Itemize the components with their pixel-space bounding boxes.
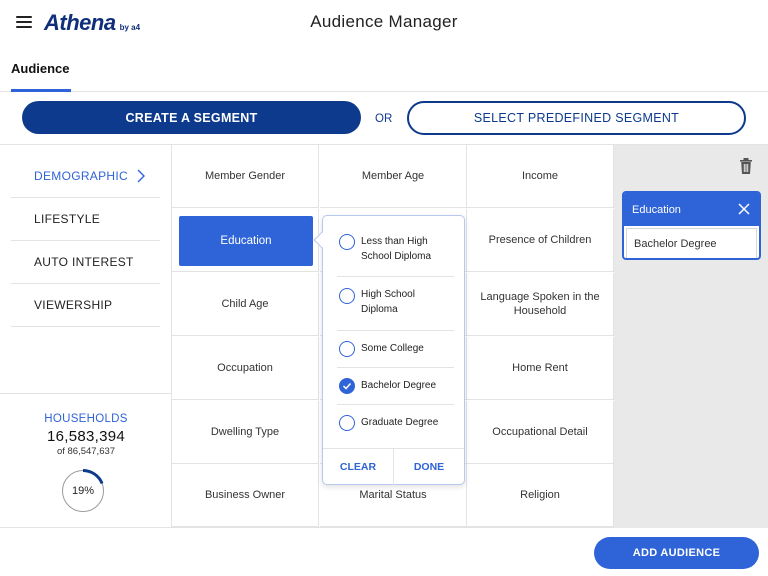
page-title: Audience Manager — [310, 12, 458, 31]
sidebar-item-lifestyle[interactable]: LIFESTYLE — [11, 198, 160, 241]
attribute-cell[interactable]: Income — [467, 145, 614, 208]
select-predefined-segment-button[interactable]: SELECT PREDEFINED SEGMENT — [407, 101, 746, 135]
tab-bar: Audience — [0, 46, 768, 92]
selected-attribute-header: Education — [624, 193, 759, 226]
option-graduate-degree[interactable]: Graduate Degree — [337, 405, 454, 442]
sidebar-item-label: VIEWERSHIP — [34, 298, 113, 312]
education-options-popover: Less than High School Diploma High Schoo… — [313, 215, 465, 485]
option-bachelor-degree[interactable]: Bachelor Degree — [337, 368, 454, 405]
radio-button-checked[interactable] — [339, 378, 355, 394]
attribute-cell[interactable]: Business Owner — [172, 464, 319, 527]
attribute-cell[interactable]: Occupational Detail — [467, 401, 614, 464]
option-label: Graduate Degree — [361, 417, 439, 428]
attribute-cell-label: Child Age — [221, 297, 269, 310]
attribute-cell-label: Language Spoken in the Household — [480, 290, 600, 317]
households-percent: 19% — [71, 485, 95, 497]
attribute-cell-label: Presence of Children — [488, 233, 592, 246]
radio-button[interactable] — [339, 341, 355, 357]
radio-button[interactable] — [339, 415, 355, 431]
attribute-cell-label: Marital Status — [359, 488, 427, 501]
option-label: Some College — [361, 343, 424, 354]
attribute-cell[interactable]: Occupation — [172, 337, 319, 400]
sidebar-item-label: AUTO INTEREST — [34, 255, 134, 269]
attribute-cell-label: Occupational Detail — [492, 425, 588, 438]
option-label: Less than High School Diploma — [361, 236, 432, 262]
households-count: 16,583,394 — [46, 428, 126, 445]
option-high-school[interactable]: High School Diploma — [337, 277, 454, 331]
popover-actions: CLEAR DONE — [323, 448, 464, 485]
sidebar-item-label: LIFESTYLE — [34, 212, 101, 226]
households-summary: HOUSEHOLDS 16,583,394 of 86,547,637 19% — [0, 393, 172, 528]
selected-attribute-title: Education — [632, 203, 681, 216]
selected-attribute-card: Education Bachelor Degree — [622, 191, 761, 260]
selected-attribute-value: Bachelor Degree — [626, 228, 757, 258]
attribute-cell-selected[interactable]: Education — [179, 216, 313, 266]
attribute-cell[interactable]: Dwelling Type — [172, 401, 319, 464]
attribute-cell[interactable]: Education — [172, 209, 319, 272]
trash-icon[interactable] — [737, 157, 755, 175]
sidebar-item-label: DEMOGRAPHIC — [34, 169, 128, 183]
done-button[interactable]: DONE — [394, 449, 464, 485]
option-label: Bachelor Degree — [361, 380, 437, 391]
or-label: OR — [375, 113, 393, 125]
attribute-cell-label: Income — [521, 169, 559, 182]
attribute-cell-label: Home Rent — [512, 361, 568, 374]
category-sidebar: DEMOGRAPHIC LIFESTYLE AUTO INTEREST VIEW… — [0, 145, 172, 528]
attribute-cell-label: Dwelling Type — [210, 425, 280, 438]
checkmark-icon — [342, 382, 352, 390]
add-audience-button[interactable]: ADD AUDIENCE — [594, 537, 759, 569]
sidebar-item-auto-interest[interactable]: AUTO INTEREST — [11, 241, 160, 284]
households-total: of 86,547,637 — [56, 446, 116, 457]
app-header: Athena by a4 Audience Manager — [0, 0, 768, 46]
radio-button[interactable] — [339, 234, 355, 250]
attribute-cell[interactable]: Religion — [467, 464, 614, 527]
option-less-than-high-school[interactable]: Less than High School Diploma — [337, 229, 454, 277]
households-label: HOUSEHOLDS — [44, 413, 128, 425]
attribute-cell-label: Business Owner — [204, 488, 286, 501]
create-segment-button[interactable]: CREATE A SEGMENT — [22, 101, 361, 134]
sidebar-item-viewership[interactable]: VIEWERSHIP — [11, 284, 160, 327]
attribute-cell-label: Occupation — [217, 361, 273, 374]
close-icon[interactable] — [738, 203, 750, 215]
attribute-cell[interactable]: Child Age — [172, 273, 319, 336]
attribute-cell[interactable]: Member Age — [320, 145, 467, 208]
sidebar-item-demographic[interactable]: DEMOGRAPHIC — [11, 155, 160, 198]
option-some-college[interactable]: Some College — [337, 331, 454, 368]
attribute-cell-label: Member Gender — [204, 169, 286, 182]
attribute-cell[interactable]: Home Rent — [467, 337, 614, 400]
clear-button[interactable]: CLEAR — [323, 449, 393, 485]
radio-button[interactable] — [339, 288, 355, 304]
attribute-cell-label: Religion — [520, 488, 560, 501]
chevron-right-icon — [137, 169, 145, 183]
tab-audience[interactable]: Audience — [11, 61, 70, 76]
tab-active-indicator — [11, 89, 71, 92]
option-label: High School Diploma — [361, 289, 415, 315]
attribute-cell[interactable]: Presence of Children — [467, 209, 614, 272]
attribute-cell[interactable]: Member Gender — [172, 145, 319, 208]
attribute-cell-label: Member Age — [361, 169, 425, 182]
selection-panel: Education Bachelor Degree — [614, 145, 768, 528]
attribute-cell[interactable]: Language Spoken in the Household — [467, 273, 614, 336]
